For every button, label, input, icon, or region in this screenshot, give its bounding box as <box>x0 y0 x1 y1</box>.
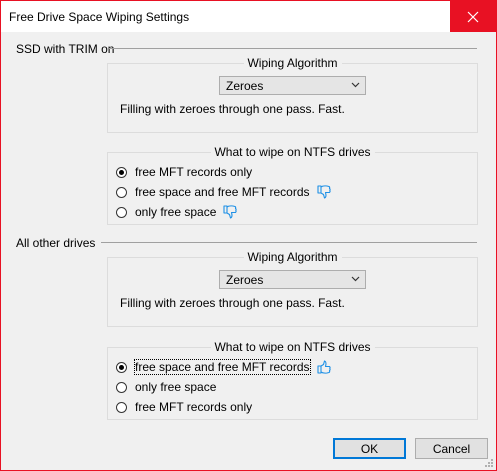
radio-button[interactable] <box>116 401 127 413</box>
section-label-ssd: SSD with TRIM on <box>16 42 115 56</box>
group-title: What to wipe on NTFS drives <box>210 145 375 159</box>
radio-free-space-and-mft[interactable]: free space and free MFT records <box>116 184 332 200</box>
algorithm-selected-value: Zeroes <box>226 79 264 93</box>
title-bar: Free Drive Space Wiping Settings <box>1 1 496 32</box>
ok-button[interactable]: OK <box>333 438 406 459</box>
algorithm-selected-value: Zeroes <box>226 273 264 287</box>
thumbs-down-icon <box>316 184 332 200</box>
thumbs-down-icon <box>222 204 238 220</box>
radio-only-free-space[interactable]: only free space <box>116 379 216 395</box>
ntfs-wipe-group-other: What to wipe on NTFS drives free space a… <box>107 340 478 420</box>
section-divider <box>101 242 477 243</box>
radio-only-free-space[interactable]: only free space <box>116 204 238 220</box>
group-title: What to wipe on NTFS drives <box>210 340 375 354</box>
section-label-other: All other drives <box>16 236 96 250</box>
resize-grip-icon[interactable] <box>484 458 494 468</box>
radio-free-mft-records-only[interactable]: free MFT records only <box>116 164 252 180</box>
section-divider <box>109 48 477 49</box>
radio-button[interactable] <box>116 381 127 393</box>
radio-label: free space and free MFT records <box>135 185 310 199</box>
wiping-algorithm-group-other: Wiping Algorithm Zeroes Filling with zer… <box>107 250 478 327</box>
group-title: Wiping Algorithm <box>243 250 342 264</box>
radio-free-space-and-mft[interactable]: free space and free MFT records <box>116 359 332 375</box>
settings-dialog: Free Drive Space Wiping Settings SSD wit… <box>0 0 497 471</box>
radio-label: free MFT records only <box>135 400 253 414</box>
radio-label: only free space <box>135 205 217 219</box>
wiping-algorithm-group-ssd: Wiping Algorithm Zeroes Filling with zer… <box>107 56 478 133</box>
window-title: Free Drive Space Wiping Settings <box>9 10 190 24</box>
radio-label: free MFT records only <box>135 165 253 179</box>
radio-button[interactable] <box>116 361 127 373</box>
algorithm-select-ssd[interactable]: Zeroes <box>219 76 366 95</box>
close-button[interactable] <box>450 1 496 32</box>
radio-free-mft-records-only[interactable]: free MFT records only <box>116 399 252 415</box>
radio-label: only free space <box>135 380 217 394</box>
radio-button[interactable] <box>116 186 127 198</box>
algorithm-description: Filling with zeroes through one pass. Fa… <box>120 102 345 116</box>
algorithm-description: Filling with zeroes through one pass. Fa… <box>120 296 345 310</box>
radio-button[interactable] <box>116 166 127 178</box>
cancel-button[interactable]: Cancel <box>415 438 488 459</box>
radio-label: free space and free MFT records <box>134 359 311 375</box>
chevron-down-icon <box>351 276 360 282</box>
radio-button[interactable] <box>116 206 127 218</box>
thumbs-up-icon <box>316 359 332 375</box>
algorithm-select-other[interactable]: Zeroes <box>219 270 366 289</box>
ntfs-wipe-group-ssd: What to wipe on NTFS drives free MFT rec… <box>107 145 478 225</box>
close-icon <box>467 11 479 22</box>
chevron-down-icon <box>351 82 360 88</box>
group-title: Wiping Algorithm <box>243 56 342 70</box>
